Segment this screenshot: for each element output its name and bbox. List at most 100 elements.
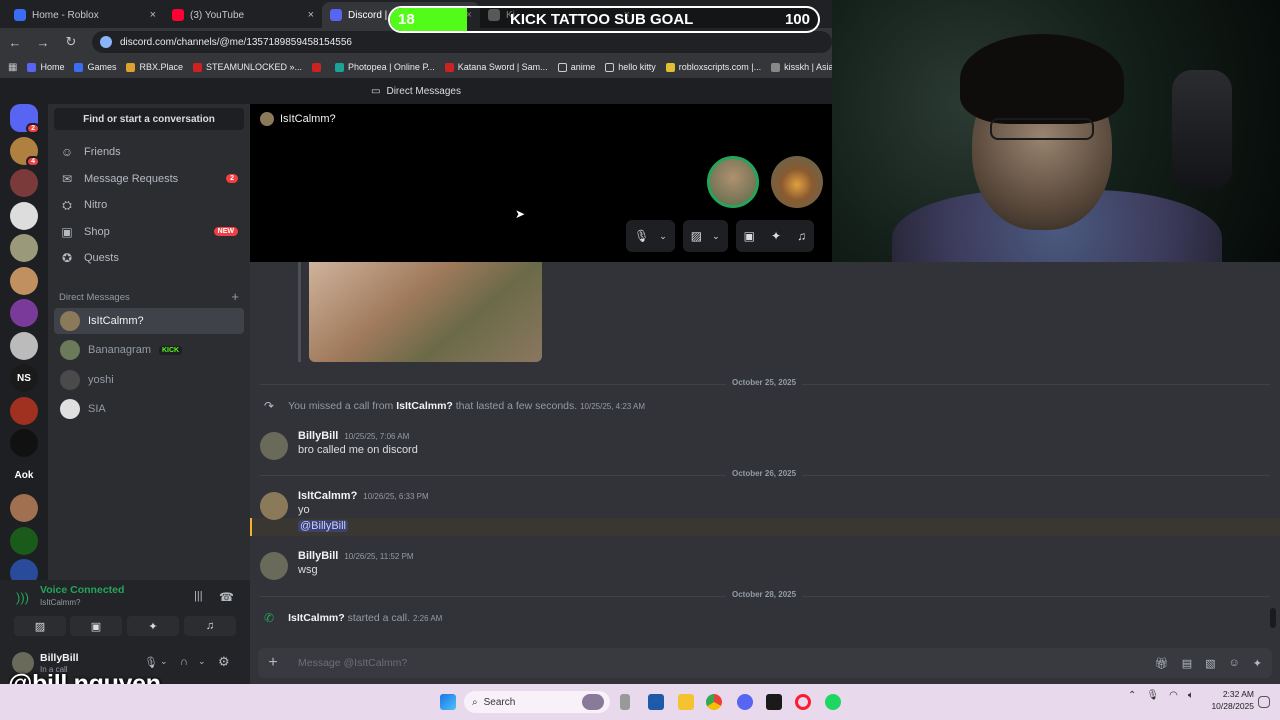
server-icon[interactable] <box>10 266 38 295</box>
dm-item[interactable]: SIA <box>54 396 244 422</box>
windows-start-icon[interactable] <box>440 694 456 710</box>
server-icon[interactable]: NS <box>10 364 38 392</box>
sticker-icon[interactable]: ▧ <box>1205 657 1215 670</box>
wifi-icon[interactable]: ◠ <box>1169 690 1178 701</box>
screen-share-icon[interactable]: ▣ <box>744 229 755 243</box>
file-explorer-icon[interactable] <box>678 694 694 710</box>
attach-plus-icon[interactable]: + <box>258 654 288 672</box>
create-dm-plus-icon[interactable]: + <box>231 290 239 303</box>
bookmark-item[interactable]: RBX.Place <box>126 62 183 72</box>
user-mention[interactable]: @BillyBill <box>298 520 349 532</box>
soundboard-icon[interactable]: ♫ <box>797 229 806 243</box>
bookmark-item[interactable]: Games <box>74 62 116 72</box>
close-tab-icon[interactable]: × <box>308 9 314 21</box>
server-icon[interactable] <box>10 299 38 327</box>
activities-button[interactable]: ✦ <box>127 616 179 636</box>
chrome-icon[interactable] <box>706 694 722 710</box>
find-conversation-button[interactable]: Find or start a conversation <box>54 108 244 130</box>
settings-gear-icon[interactable]: ⚙ <box>218 654 230 670</box>
bookmark-item[interactable]: Photopea | Online P... <box>335 62 435 72</box>
camera-toggle-button[interactable]: ▨ <box>14 616 66 636</box>
mic-control[interactable]: 🎙︎ ⌄ <box>626 220 675 252</box>
server-icon[interactable] <box>10 396 38 425</box>
nav-item-nitro[interactable]: ⛭ Nitro <box>54 193 244 217</box>
nav-item-message-requests[interactable]: ✉ Message Requests 2 <box>54 167 244 191</box>
soundboard-button[interactable]: ♫ <box>184 616 236 636</box>
bookmark-item[interactable]: Home <box>27 62 64 72</box>
nav-item-friends[interactable]: ☺ Friends <box>54 140 244 164</box>
message-author[interactable]: BillyBill <box>298 430 338 442</box>
bookmark-item[interactable]: robloxscripts.com |... <box>665 62 761 72</box>
call-participant-avatar[interactable] <box>771 156 823 208</box>
server-icon[interactable] <box>10 331 38 360</box>
server-icon[interactable] <box>10 234 38 262</box>
server-icon[interactable] <box>10 526 38 555</box>
noise-suppression-icon[interactable]: ||| <box>194 590 203 602</box>
camera-off-icon[interactable]: ▨ <box>691 229 702 243</box>
bookmark-item[interactable]: hello kitty <box>605 62 656 72</box>
server-icon[interactable] <box>10 201 38 230</box>
browser-tab[interactable]: Home - Roblox × <box>6 2 164 28</box>
bookmark-item[interactable] <box>312 62 325 72</box>
server-icon[interactable]: 4 <box>10 136 40 167</box>
close-tab-icon[interactable]: × <box>150 9 156 21</box>
mic-tray-icon[interactable]: 🎙︎ <box>1146 690 1159 701</box>
activities-icon[interactable]: ✦ <box>771 229 781 243</box>
message-author[interactable]: BillyBill <box>298 550 338 562</box>
missed-call-user[interactable]: IsItCalmm? <box>396 400 453 412</box>
chat-scrollbar[interactable] <box>1270 608 1276 628</box>
chevron-down-icon[interactable]: ⌄ <box>160 656 168 667</box>
notifications-icon[interactable] <box>1258 696 1270 708</box>
bookmark-item[interactable]: Katana Sword | Sam... <box>444 62 548 72</box>
discord-home-icon[interactable]: 2 <box>10 104 40 134</box>
message-author[interactable]: IsItCalmm? <box>298 490 357 502</box>
dm-item[interactable]: yoshi <box>54 367 244 393</box>
chevron-down-icon[interactable]: ⌄ <box>659 231 667 242</box>
message-avatar[interactable] <box>260 432 288 460</box>
message-avatar[interactable] <box>260 492 288 520</box>
apps-icon[interactable]: ✦ <box>1253 657 1262 670</box>
taskbar-app-icon[interactable] <box>766 694 782 710</box>
image-attachment[interactable] <box>309 262 542 362</box>
taskbar-clock[interactable]: 2:32 AM 10/28/2025 <box>1206 688 1254 712</box>
taskbar-app-icon[interactable] <box>620 694 630 710</box>
nav-item-shop[interactable]: ▣ Shop NEW <box>54 220 244 244</box>
volume-icon[interactable]: 🔈︎ <box>1188 690 1194 701</box>
chevron-down-icon[interactable]: ⌄ <box>712 231 720 242</box>
taskbar-app-icon[interactable] <box>582 694 604 710</box>
taskbar-app-icon[interactable] <box>648 694 664 710</box>
bookmark-item[interactable]: kisskh | Asian Dram... <box>771 62 832 72</box>
headphones-icon[interactable]: ∩ <box>180 656 188 668</box>
gif-icon[interactable]: ▤ <box>1182 657 1192 670</box>
emoji-icon[interactable]: ☺ <box>1229 657 1240 670</box>
message-input[interactable] <box>288 657 1155 669</box>
nav-item-quests[interactable]: ✪ Quests <box>54 246 244 270</box>
message-avatar[interactable] <box>260 552 288 580</box>
chevron-up-icon[interactable]: ⌃ <box>1128 690 1136 701</box>
server-icon[interactable]: Aok <box>10 461 38 490</box>
call-started-user[interactable]: IsItCalmm? <box>288 612 345 624</box>
server-icon[interactable] <box>10 169 38 197</box>
dm-item[interactable]: Bananagram KICK <box>54 337 244 363</box>
url-field[interactable]: discord.com/channels/@me/135718985945815… <box>92 31 832 53</box>
voice-channel[interactable]: IsItCalmm? <box>40 598 80 607</box>
dm-item[interactable]: IsItCalmm? <box>54 308 244 334</box>
server-icon[interactable] <box>10 429 38 457</box>
server-icon[interactable] <box>10 494 38 522</box>
gift-icon[interactable]: 🎁︎ <box>1155 657 1169 670</box>
site-info-icon[interactable] <box>100 36 112 48</box>
mic-icon[interactable]: 🎙︎ <box>144 656 158 669</box>
camera-control[interactable]: ▨ ⌄ <box>682 220 728 252</box>
reload-icon[interactable]: ↻ <box>64 34 78 50</box>
opera-icon[interactable] <box>795 694 811 710</box>
spotify-icon[interactable] <box>825 694 841 710</box>
browser-tab[interactable]: (3) YouTube × <box>164 2 322 28</box>
mic-icon[interactable]: 🎙︎ <box>634 229 649 243</box>
forward-icon[interactable]: → <box>36 35 50 50</box>
screen-share-button[interactable]: ▣ <box>70 616 122 636</box>
chevron-down-icon[interactable]: ⌄ <box>198 656 206 667</box>
disconnect-icon[interactable]: ☎ <box>219 590 234 604</box>
discord-taskbar-icon[interactable] <box>737 694 753 710</box>
bookmark-item[interactable]: STEAMUNLOCKED »... <box>193 62 302 72</box>
call-participant-avatar[interactable] <box>707 156 759 208</box>
